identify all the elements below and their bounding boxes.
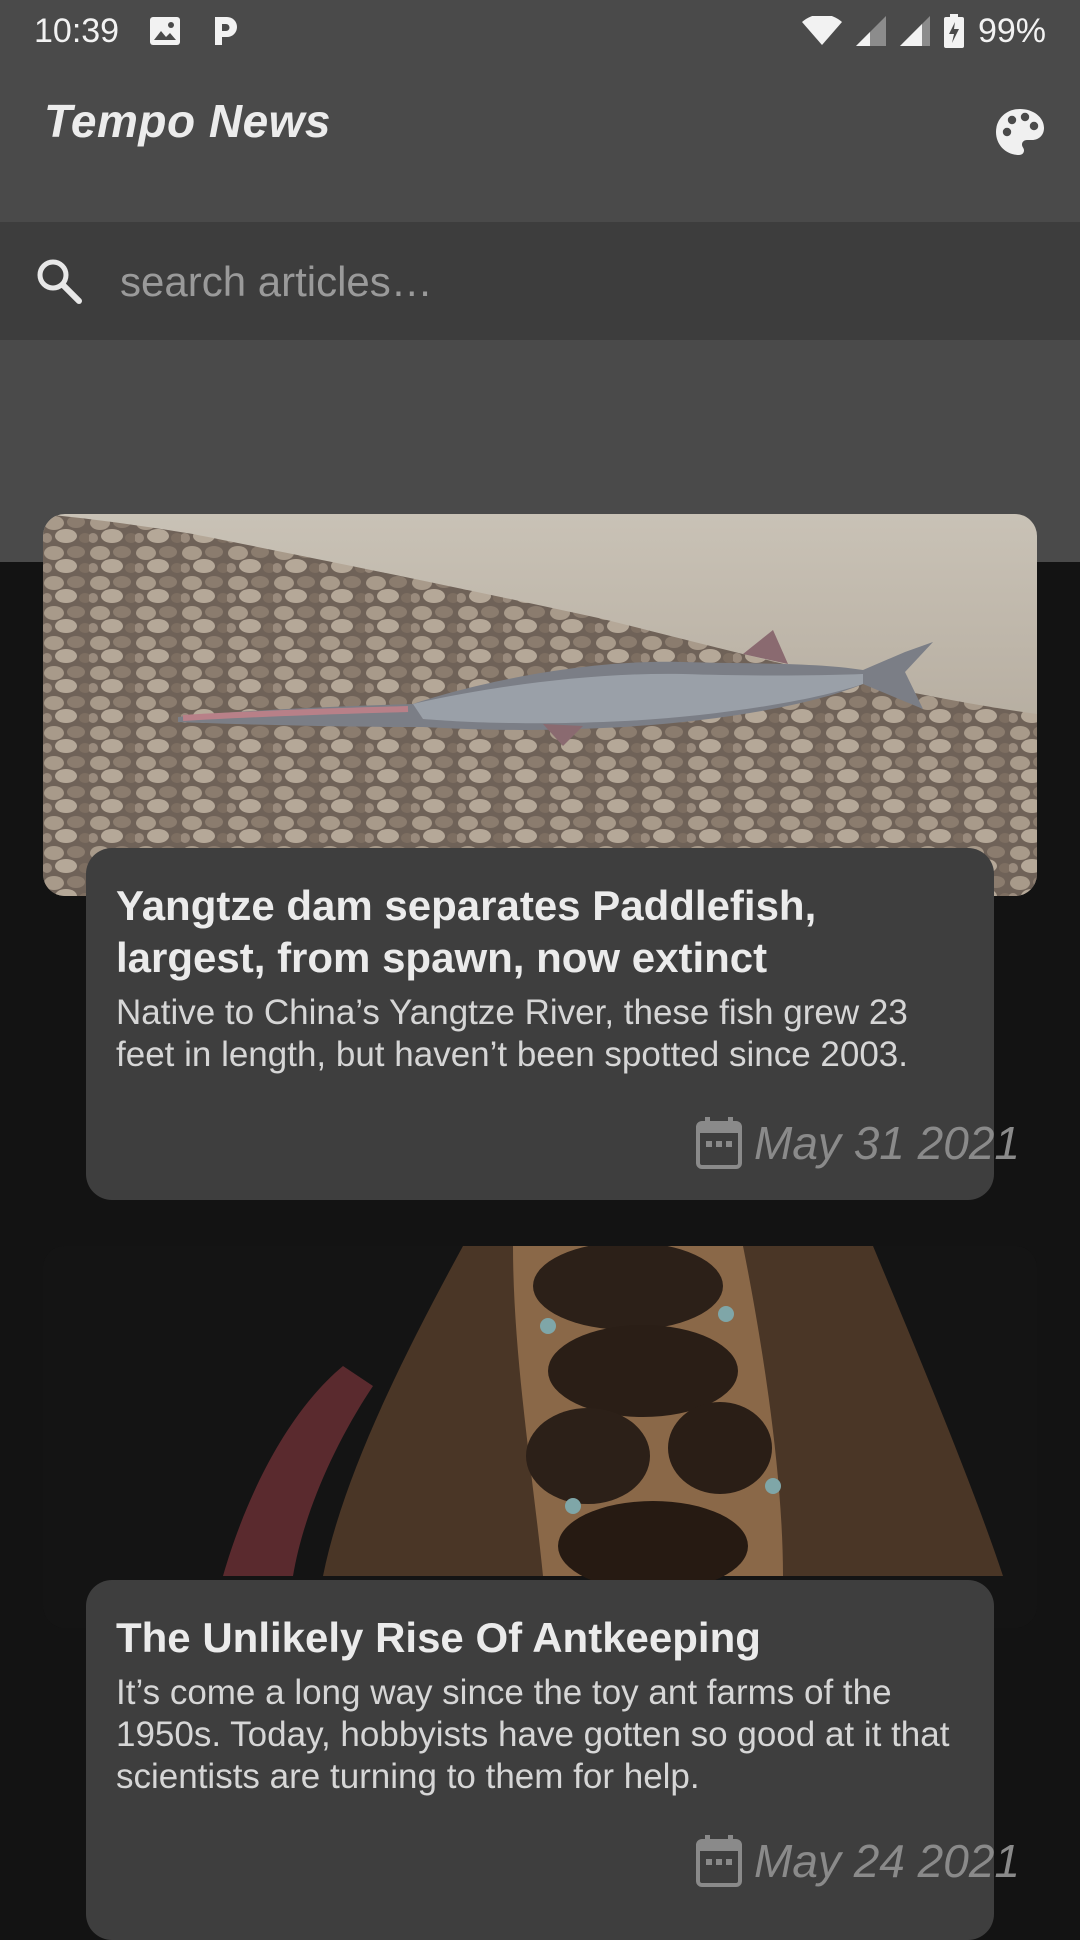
article-date-text: May 24 2021 [754,1835,1020,1887]
article-description: It’s come a long way since the toy ant f… [116,1673,950,1796]
article-date: May 31 2021 [696,1116,1020,1170]
app-title: Tempo News [44,95,332,147]
battery-charging-icon [943,14,964,48]
calendar-icon [696,1835,743,1887]
signal-icon [899,16,930,46]
search-input[interactable] [118,246,1022,318]
wifi-icon [801,16,842,46]
article-description: Native to China’s Yangtze River, these f… [116,993,908,1074]
search-bar [0,222,1080,340]
status-bar: 10:39 99% [0,0,1080,62]
signal-icon [855,16,886,46]
article-date-text: May 31 2021 [754,1117,1020,1169]
calendar-icon [696,1117,743,1169]
article-date: May 24 2021 [696,1834,1020,1888]
article-image [43,1246,1037,1628]
palette-icon[interactable] [994,106,1046,158]
article-title: The Unlikely Rise Of Antkeeping [116,1614,761,1661]
battery-percent: 99% [977,11,1046,50]
article-image [43,514,1037,896]
search-icon [34,256,84,306]
status-time: 10:39 [34,11,120,50]
parking-icon [211,15,239,47]
article-title: Yangtze dam separates Paddlefish, larges… [116,882,817,981]
image-icon [149,16,181,46]
app-bar: Tempo News [0,62,1080,222]
